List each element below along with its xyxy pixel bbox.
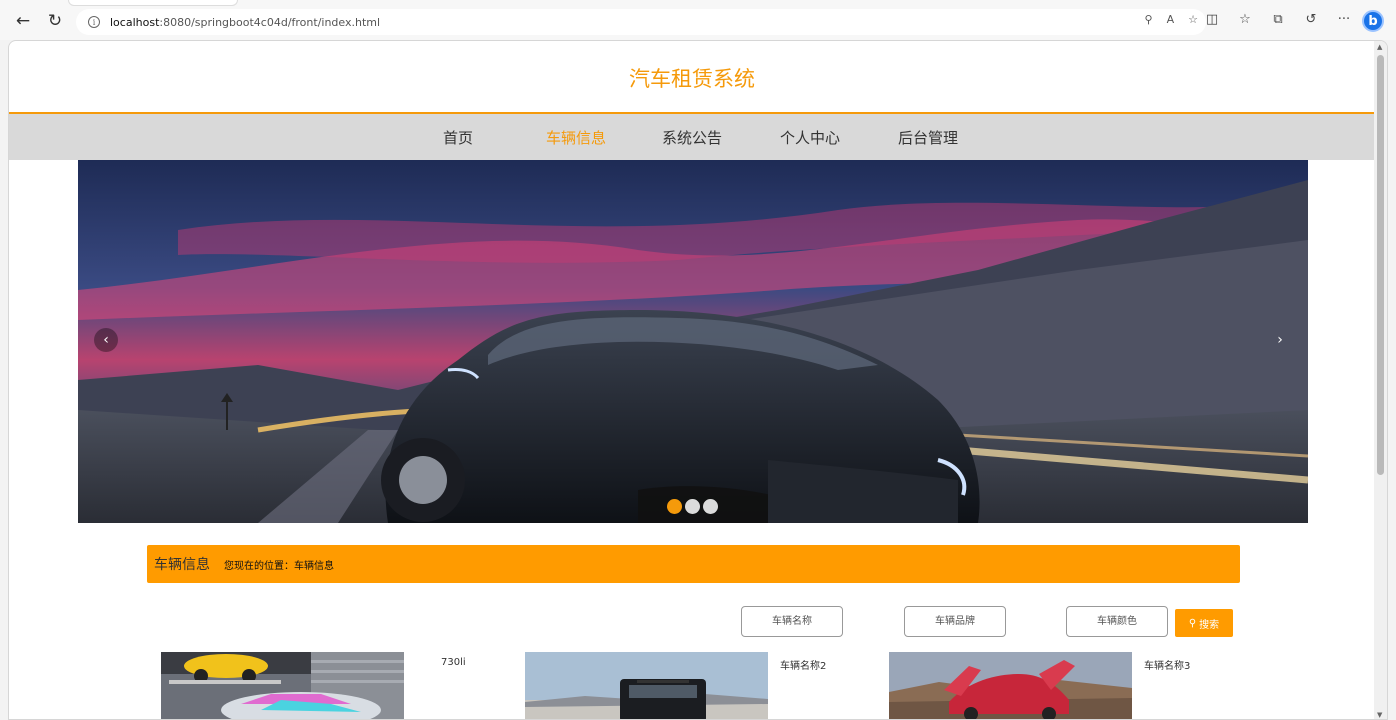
car-thumbnail[interactable]	[889, 652, 1132, 719]
nav-item-announcements[interactable]: 系统公告	[662, 127, 722, 148]
car-thumbnail[interactable]	[161, 652, 404, 719]
read-aloud-icon[interactable]: A	[1167, 13, 1175, 26]
search-icon: ⚲	[1188, 617, 1197, 629]
section-title: 车辆信息	[154, 557, 210, 573]
browser-toolbar: ← ↻ i localhost :8080/springboot4c04d/fr…	[0, 0, 1396, 40]
favorites-icon[interactable]: ☆	[1237, 10, 1253, 28]
browser-tab[interactable]	[68, 0, 238, 6]
search-button[interactable]: ⚲ 搜索	[1175, 609, 1233, 637]
nav-item-admin[interactable]: 后台管理	[898, 127, 958, 148]
main-nav: 首页 车辆信息 系统公告 个人中心 后台管理	[9, 114, 1375, 160]
car-name[interactable]: 车辆名称3	[1144, 657, 1190, 672]
carousel-dot[interactable]	[685, 499, 700, 514]
vehicle-brand-input[interactable]	[904, 606, 1006, 637]
page-scrollbar[interactable]: ▲ ▼	[1374, 41, 1387, 719]
breadcrumb: 您现在的位置：车辆信息	[224, 560, 334, 572]
carousel-dot[interactable]	[703, 499, 718, 514]
banner-carousel[interactable]: ‹ ›	[78, 160, 1308, 523]
url-host: localhost	[110, 15, 160, 29]
search-button-label: 搜索	[1199, 619, 1220, 631]
car-thumbnail[interactable]	[525, 652, 768, 719]
reload-icon[interactable]: ↻	[40, 6, 70, 36]
site-title: 汽车租赁系统	[629, 67, 755, 91]
key-icon[interactable]: ⚲	[1145, 13, 1153, 26]
site-info-icon[interactable]: i	[88, 16, 100, 28]
vehicle-color-input[interactable]	[1066, 606, 1168, 637]
breadcrumb-bar: 车辆信息 您现在的位置：车辆信息	[147, 545, 1240, 583]
carousel-next-button[interactable]: ›	[1268, 328, 1292, 352]
car-name[interactable]: 730li	[441, 657, 466, 668]
collections-icon[interactable]: ⧉	[1270, 10, 1286, 28]
favorite-add-icon[interactable]: ☆	[1188, 13, 1198, 26]
carousel-dot[interactable]	[667, 499, 682, 514]
scrollbar-thumb[interactable]	[1377, 55, 1384, 475]
split-screen-icon[interactable]: ◫	[1204, 10, 1220, 28]
vehicle-name-input[interactable]	[741, 606, 843, 637]
address-bar[interactable]: i localhost :8080/springboot4c04d/front/…	[76, 9, 1206, 35]
carousel-prev-button[interactable]: ‹	[94, 328, 118, 352]
nav-item-vehicles[interactable]: 车辆信息	[546, 127, 606, 148]
page-viewport: 汽车租赁系统 首页 车辆信息 系统公告 个人中心 后台管理 ‹ › 车辆信息 您…	[8, 40, 1388, 720]
nav-item-profile[interactable]: 个人中心	[780, 127, 840, 148]
banner-image	[78, 160, 1308, 523]
history-icon[interactable]: ↺	[1303, 10, 1319, 28]
carousel-indicators	[667, 499, 718, 514]
nav-item-home[interactable]: 首页	[443, 127, 473, 148]
car-name[interactable]: 车辆名称2	[780, 657, 826, 672]
bing-copilot-icon[interactable]: b	[1362, 10, 1384, 32]
scroll-down-icon[interactable]: ▼	[1377, 711, 1382, 719]
more-menu-icon[interactable]: ···	[1336, 10, 1352, 28]
back-arrow-icon[interactable]: ←	[8, 6, 38, 36]
url-path: :8080/springboot4c04d/front/index.html	[159, 15, 381, 29]
scroll-up-icon[interactable]: ▲	[1377, 43, 1382, 51]
